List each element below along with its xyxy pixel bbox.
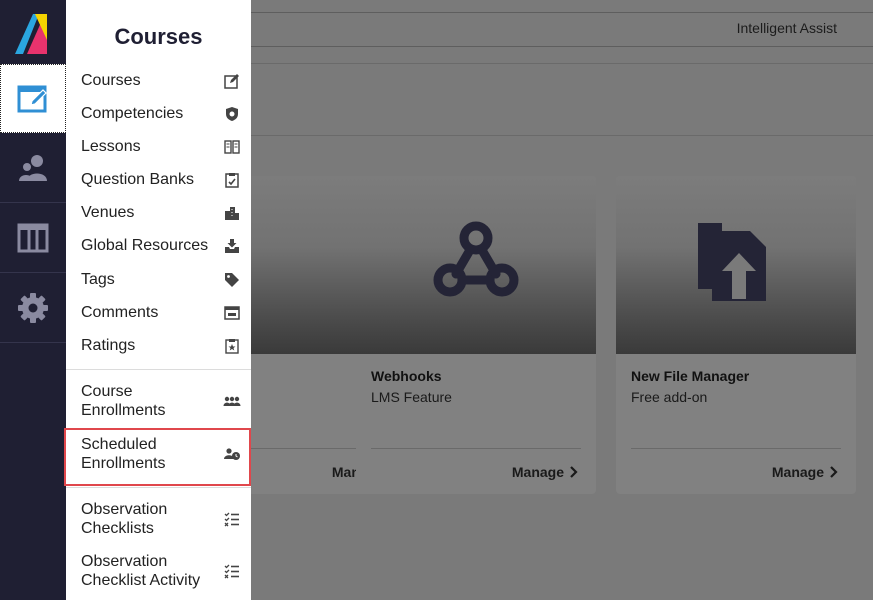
checklist-icon <box>223 510 241 528</box>
chevron-right-icon <box>830 466 838 478</box>
checklist-box-icon <box>223 171 241 189</box>
menu-item-observation-checklist-activity[interactable]: Observation Checklist Activity <box>81 552 241 590</box>
menu-divider <box>66 487 251 488</box>
columns-icon <box>17 223 49 252</box>
courses-flyout-menu: Courses Courses Competencies Lessons Que… <box>66 0 251 600</box>
rail-settings-button[interactable] <box>0 273 66 343</box>
app-logo[interactable] <box>0 0 66 64</box>
menu-item-competencies[interactable]: Competencies <box>81 104 241 123</box>
manage-label: Manage <box>511 464 564 480</box>
card-divider <box>371 448 581 449</box>
manage-button[interactable]: Manage <box>512 464 578 480</box>
menu-item-label: Venues <box>81 204 135 221</box>
menu-item-label: Comments <box>81 304 159 321</box>
chevron-right-icon <box>570 466 578 478</box>
settings-gear-icon <box>18 292 48 323</box>
card-title: New File Manager <box>631 368 750 384</box>
card-hero <box>356 176 596 354</box>
webhook-icon <box>433 221 519 297</box>
rail-users-button[interactable] <box>0 133 66 203</box>
menu-item-lessons[interactable]: Lessons <box>81 137 241 156</box>
menu-item-ratings[interactable]: Ratings <box>81 336 241 355</box>
addon-card-webhooks: Webhooks LMS Feature Manage <box>356 176 596 494</box>
checklist-activity-icon <box>223 562 241 580</box>
menu-item-label: Observation Checklist Activity <box>81 553 201 589</box>
menu-item-label: Course Enrollments <box>81 383 166 419</box>
card-hero <box>616 176 856 354</box>
card-subtitle: LMS Feature <box>371 389 452 405</box>
edit-square-icon <box>223 72 241 90</box>
app-rail <box>0 0 66 600</box>
menu-item-question-banks[interactable]: Question Banks <box>81 170 241 189</box>
rail-columns-button[interactable] <box>0 203 66 273</box>
menu-item-observation-checklists[interactable]: Observation Checklists <box>81 500 241 538</box>
highlight-box <box>64 428 251 486</box>
menu-item-label: Tags <box>81 271 115 288</box>
addon-card-file-manager: New File Manager Free add-on Manage <box>616 176 856 494</box>
menu-item-comments[interactable]: Comments <box>81 303 241 322</box>
menu-item-label: Observation Checklists <box>81 501 168 537</box>
card-title: Webhooks <box>371 368 442 384</box>
manage-label: Manage <box>771 464 824 480</box>
intelligent-assist-link[interactable]: Intelligent Assist <box>737 20 837 36</box>
menu-divider <box>66 369 251 370</box>
menu-title: Courses <box>114 24 203 49</box>
menu-item-courses[interactable]: Courses <box>81 71 241 90</box>
rating-clipboard-icon <box>223 337 241 355</box>
menu-item-label: Ratings <box>81 337 136 354</box>
users-icon <box>19 154 47 181</box>
menu-item-venues[interactable]: Venues <box>81 203 241 222</box>
download-tray-icon <box>223 237 241 255</box>
card-subtitle: Free add-on <box>631 389 708 405</box>
menu-item-course-enrollments[interactable]: Course Enrollments <box>81 382 241 420</box>
logo-icon <box>15 14 47 54</box>
badge-shield-icon <box>223 105 241 123</box>
book-icon <box>223 138 241 156</box>
menu-item-tags[interactable]: Tags <box>81 270 241 289</box>
tags-icon <box>223 271 241 289</box>
card-divider <box>631 448 841 449</box>
file-upload-icon <box>698 223 766 302</box>
comment-box-icon <box>223 304 241 322</box>
menu-item-label: Lessons <box>81 138 141 155</box>
manage-button[interactable]: Manage <box>772 464 838 480</box>
rail-courses-button[interactable] <box>0 64 66 133</box>
group-users-icon <box>223 392 241 410</box>
menu-item-label: Competencies <box>81 105 184 122</box>
menu-item-label: Courses <box>81 72 141 89</box>
courses-icon <box>17 85 47 112</box>
menu-item-global-resources[interactable]: Global Resources <box>81 236 241 255</box>
menu-item-label: Global Resources <box>81 237 209 254</box>
buildings-icon <box>223 204 241 222</box>
menu-item-label: Question Banks <box>81 171 194 188</box>
